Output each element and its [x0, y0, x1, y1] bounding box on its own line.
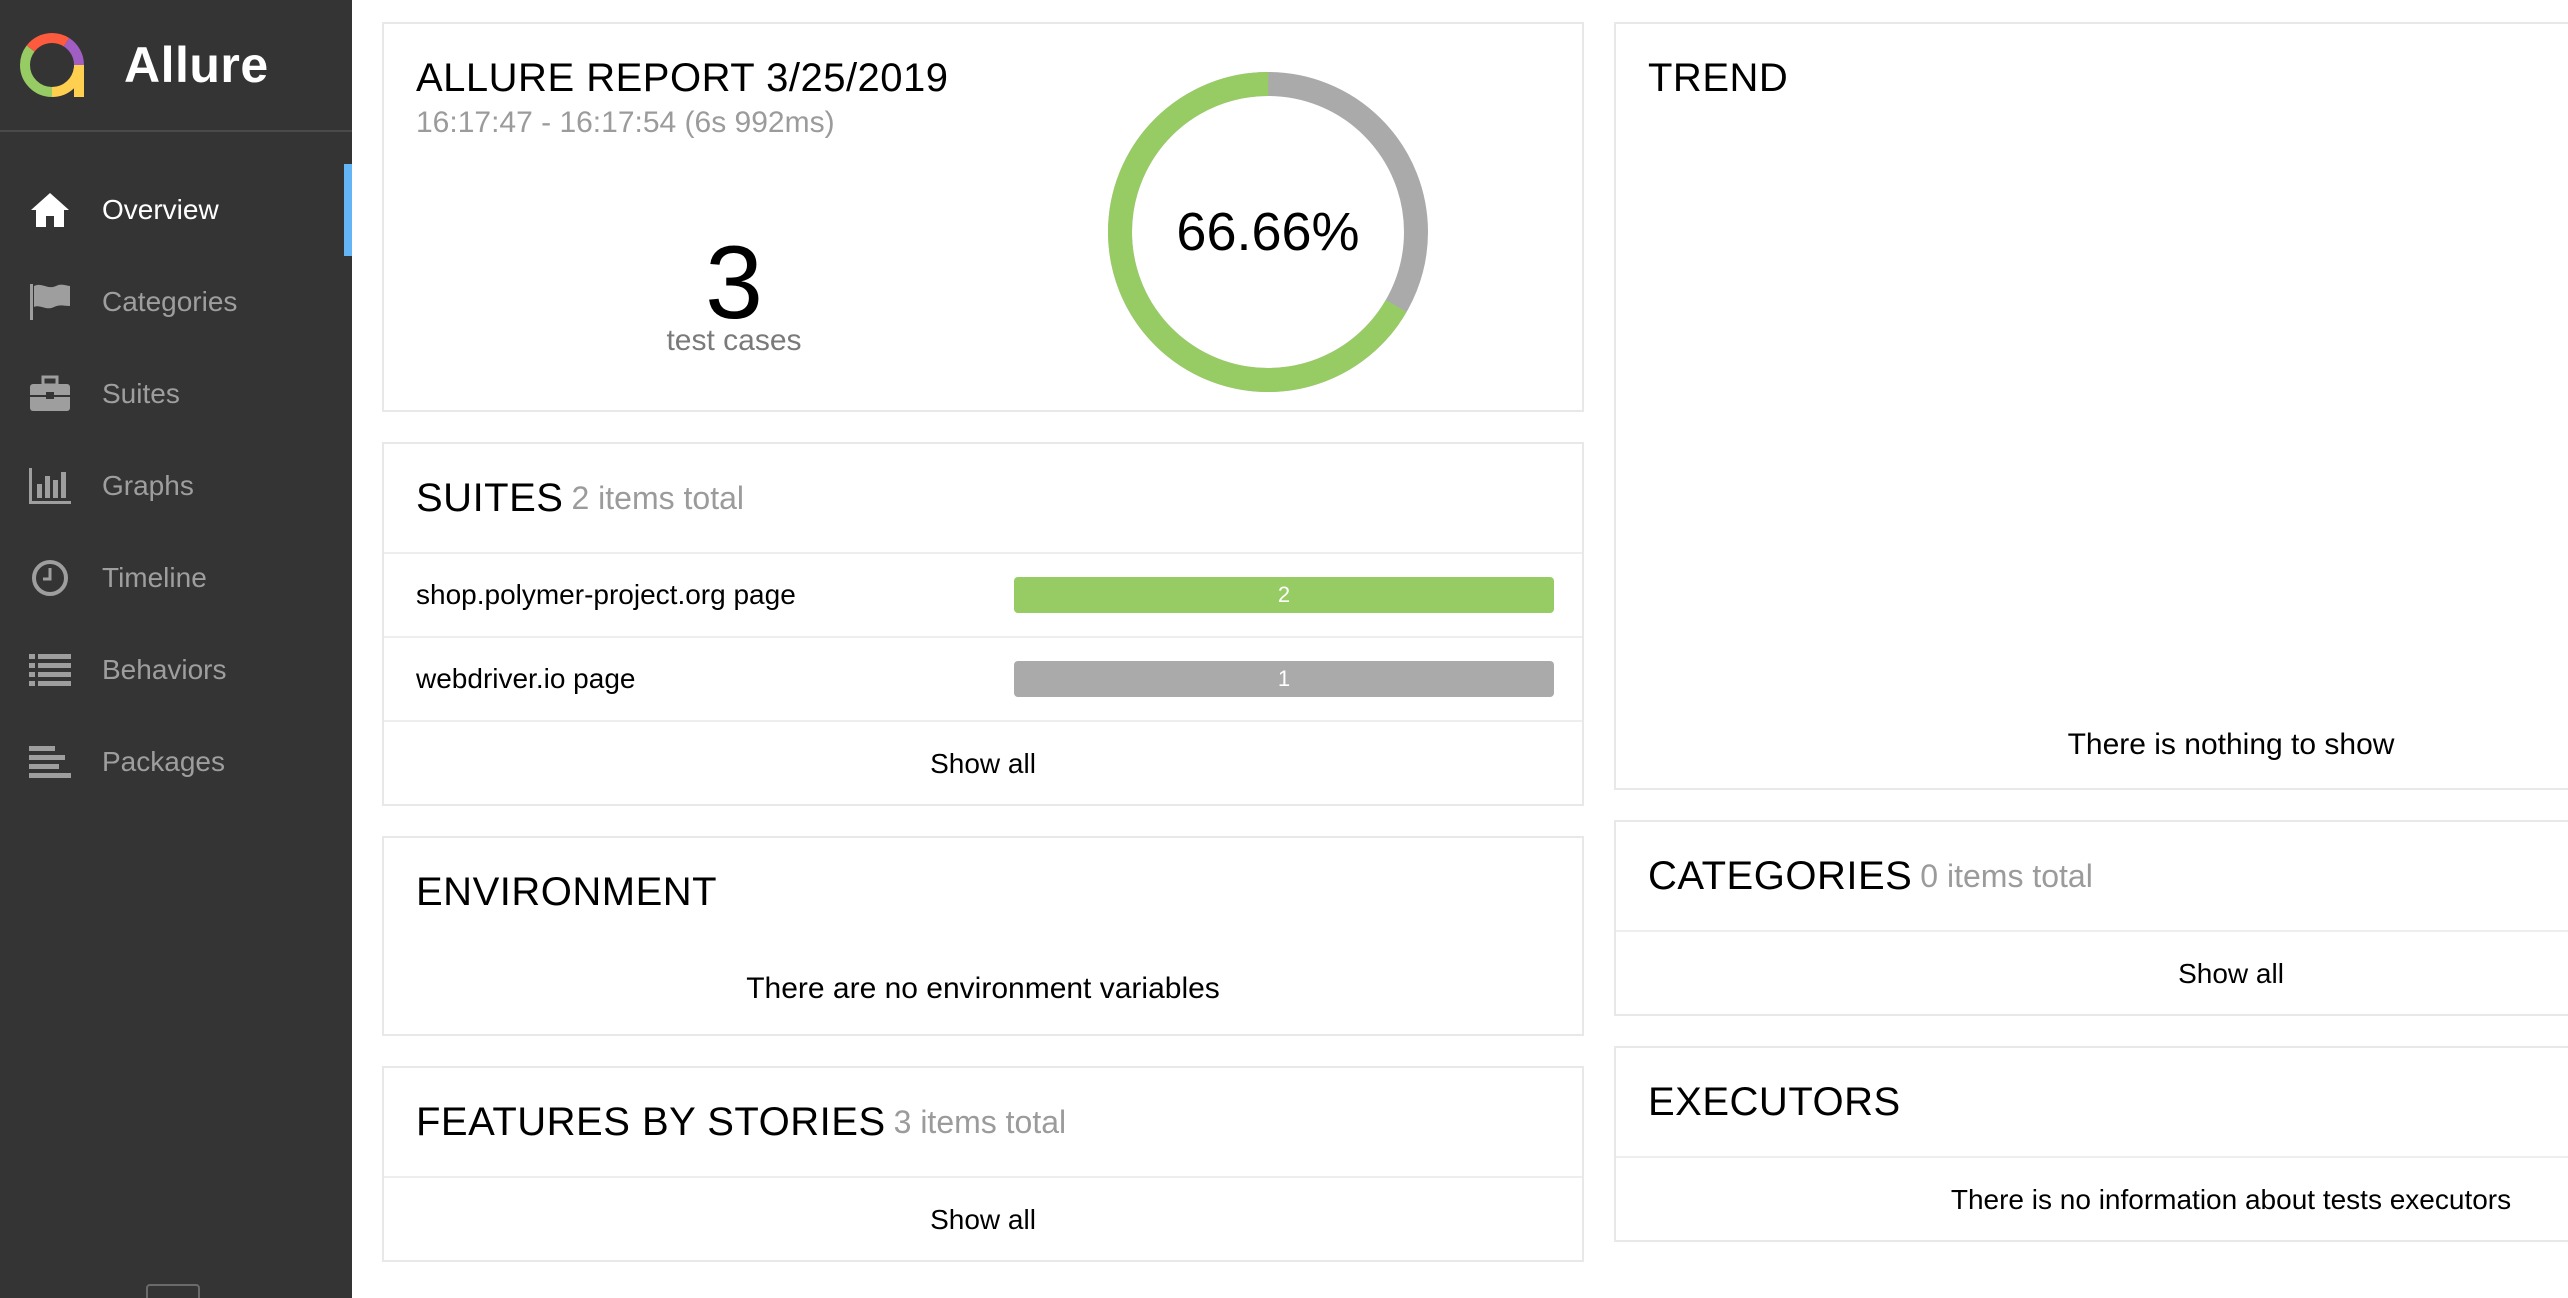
sidebar: Allure Overview Categories Suites Graphs…	[0, 0, 352, 1298]
features-title: FEATURES BY STORIES	[416, 1099, 886, 1144]
success-rate-percent: 66.66%	[1176, 202, 1360, 262]
features-widget: FEATURES BY STORIES 3 items total Show a…	[382, 1066, 1584, 1262]
sidebar-item-label: Packages	[102, 746, 225, 777]
suites-title: SUITES	[416, 475, 564, 520]
list-icon	[26, 646, 74, 694]
sidebar-item-suites[interactable]: Suites	[0, 348, 352, 440]
suite-row[interactable]: webdriver.io page 1	[384, 638, 1582, 722]
trend-title: TREND	[1648, 56, 1789, 100]
categories-widget: CATEGORIES 0 items total Show all	[1614, 820, 2568, 1016]
environment-widget: ENVIRONMENT There are no environment var…	[382, 836, 1584, 1036]
suite-name: shop.polymer-project.org page	[416, 579, 796, 610]
features-header: FEATURES BY STORIES 3 items total	[384, 1068, 1582, 1178]
trend-widget: TREND There is nothing to show	[1614, 22, 2568, 790]
categories-count: 0 items total	[1920, 857, 2093, 894]
sidebar-item-label: Behaviors	[102, 654, 227, 685]
features-show-all-link[interactable]: Show all	[384, 1178, 1582, 1262]
categories-header: CATEGORIES 0 items total	[1616, 822, 2568, 932]
sidebar-item-label: Suites	[102, 378, 180, 409]
allure-logo-icon	[20, 33, 84, 97]
active-indicator	[344, 164, 352, 256]
collapse-sidebar-button[interactable]	[146, 1284, 200, 1298]
trend-empty-message: There is nothing to show	[2067, 728, 2395, 761]
executors-header: EXECUTORS	[1616, 1048, 2568, 1158]
report-title: ALLURE REPORT 3/25/2019	[416, 56, 949, 100]
clock-icon	[26, 554, 74, 602]
sidebar-nav: Overview Categories Suites Graphs Timeli…	[0, 164, 352, 808]
suites-widget: SUITES 2 items total shop.polymer-projec…	[382, 442, 1584, 806]
sidebar-item-graphs[interactable]: Graphs	[0, 440, 352, 532]
suite-name: webdriver.io page	[416, 663, 636, 694]
categories-title: CATEGORIES	[1648, 853, 1913, 898]
executors-empty-message: There is no information about tests exec…	[1950, 1184, 2512, 1215]
suite-row[interactable]: shop.polymer-project.org page 2	[384, 554, 1582, 638]
sidebar-item-behaviors[interactable]: Behaviors	[0, 624, 352, 716]
brand-name: Allure	[124, 37, 269, 93]
report-time-range: 16:17:47 - 16:17:54 (6s 992ms)	[416, 106, 835, 139]
executors-title: EXECUTORS	[1648, 1079, 1901, 1124]
test-cases-label: test cases	[666, 324, 802, 357]
home-icon	[26, 186, 74, 234]
suites-show-all-link[interactable]: Show all	[384, 722, 1582, 806]
environment-title: ENVIRONMENT	[416, 870, 718, 914]
suite-status-bar: 2	[1014, 577, 1554, 613]
environment-empty-message: There are no environment variables	[746, 972, 1220, 1005]
sidebar-item-label: Timeline	[102, 562, 207, 593]
sidebar-item-overview[interactable]: Overview	[0, 164, 352, 256]
suites-count: 2 items total	[571, 479, 744, 516]
summary-widget: ALLURE REPORT 3/25/2019 16:17:47 - 16:17…	[382, 22, 1584, 412]
sidebar-item-categories[interactable]: Categories	[0, 256, 352, 348]
sidebar-item-packages[interactable]: Packages	[0, 716, 352, 808]
suite-status-bar: 1	[1014, 661, 1554, 697]
bar-chart-icon	[26, 462, 74, 510]
categories-show-all-link[interactable]: Show all	[1616, 932, 2568, 1016]
features-count: 3 items total	[893, 1103, 1067, 1140]
flag-icon	[26, 278, 74, 326]
sidebar-item-label: Categories	[102, 286, 238, 317]
align-left-icon	[26, 738, 74, 786]
briefcase-icon	[26, 370, 74, 418]
sidebar-item-timeline[interactable]: Timeline	[0, 532, 352, 624]
sidebar-item-label: Graphs	[102, 470, 194, 501]
sidebar-item-label: Overview	[102, 194, 219, 225]
suites-header: SUITES 2 items total	[384, 444, 1582, 554]
executors-widget: EXECUTORS There is no information about …	[1614, 1046, 2568, 1242]
brand[interactable]: Allure	[0, 0, 352, 132]
